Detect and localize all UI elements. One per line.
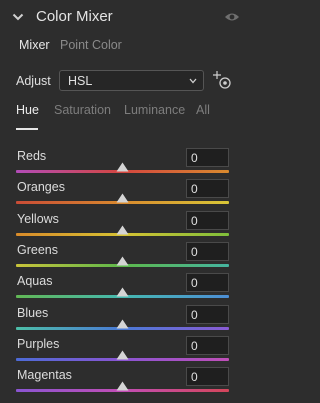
- slider-thumb[interactable]: [116, 319, 129, 329]
- slider-label: Aquas: [17, 274, 53, 289]
- tab-saturation[interactable]: Saturation: [54, 103, 111, 117]
- slider-thumb[interactable]: [116, 287, 129, 297]
- slider-thumb[interactable]: [116, 225, 129, 235]
- value-field[interactable]: 0: [186, 367, 229, 387]
- adjust-dropdown-value: HSL: [68, 74, 93, 88]
- slider-label: Reds: [17, 149, 47, 163]
- slider-label: Blues: [17, 305, 49, 320]
- slider-thumb[interactable]: [116, 350, 129, 360]
- slider-label: Oranges: [17, 180, 65, 195]
- slider-row-aquas: Aquas 0: [0, 273, 252, 306]
- tab-luminance[interactable]: Luminance: [124, 103, 185, 117]
- slider-label: Purples: [17, 336, 60, 351]
- slider-label: Greens: [17, 242, 58, 257]
- slider-thumb[interactable]: [116, 256, 129, 266]
- slider-label: Yellows: [17, 211, 59, 226]
- slider-row-oranges: Oranges 0: [0, 179, 252, 212]
- panel-title: Color Mixer: [36, 8, 113, 25]
- slider-row-yellows: Yellows 0: [0, 210, 252, 244]
- chevron-down-icon[interactable]: [12, 11, 24, 23]
- slider-label: Magentas: [17, 368, 72, 383]
- value-field[interactable]: 0: [186, 148, 229, 167]
- chevron-down-icon: [189, 78, 197, 84]
- tab-hue[interactable]: Hue: [16, 103, 39, 117]
- slider-thumb[interactable]: [116, 162, 129, 172]
- targeted-adjustment-icon[interactable]: [212, 70, 232, 90]
- slider-row-greens: Greens 0: [0, 241, 252, 275]
- value-field[interactable]: 0: [186, 273, 229, 293]
- value-field[interactable]: 0: [186, 179, 229, 199]
- adjust-dropdown[interactable]: HSL: [59, 70, 204, 91]
- active-tab-indicator: [16, 128, 38, 130]
- panel-header[interactable]: Color Mixer: [0, 0, 252, 34]
- value-field[interactable]: 0: [186, 304, 229, 324]
- tab-mixer[interactable]: Mixer: [19, 38, 50, 52]
- slider-row-reds: Reds 0: [0, 148, 252, 181]
- tab-point-color[interactable]: Point Color: [60, 38, 122, 52]
- slider-row-purples: Purples 0: [0, 335, 252, 369]
- value-field[interactable]: 0: [186, 241, 229, 261]
- slider-row-magentas: Magentas 0: [0, 367, 252, 400]
- adjust-label: Adjust: [16, 74, 51, 88]
- slider-thumb[interactable]: [116, 381, 129, 391]
- eye-icon[interactable]: [224, 11, 240, 23]
- value-field[interactable]: 0: [186, 210, 229, 230]
- slider-row-blues: Blues 0: [0, 304, 252, 338]
- slider-thumb[interactable]: [116, 193, 129, 203]
- value-field[interactable]: 0: [186, 335, 229, 355]
- tab-all[interactable]: All: [196, 103, 210, 117]
